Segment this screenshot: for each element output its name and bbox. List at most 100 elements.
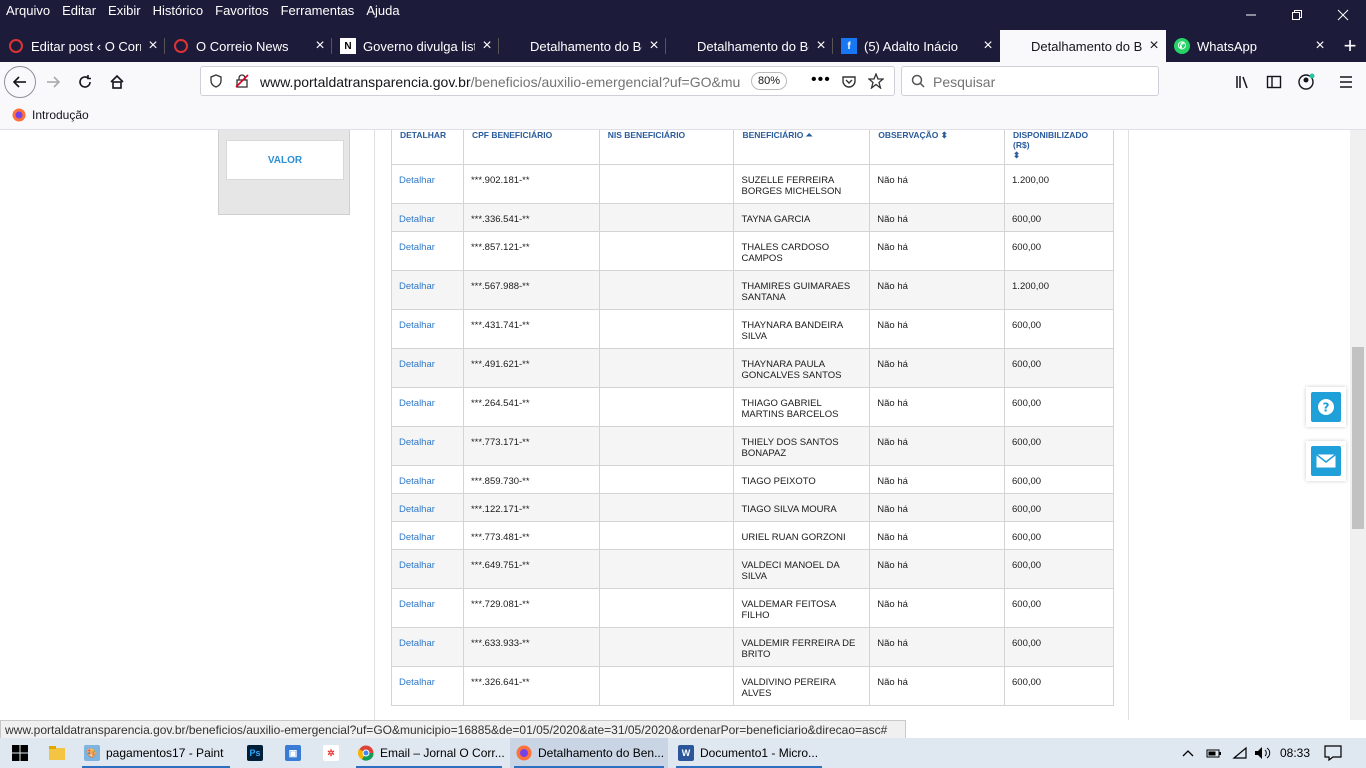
menu-ajuda[interactable]: Ajuda [366, 3, 399, 18]
clock[interactable]: 08:33 [1280, 738, 1310, 768]
nis-cell [598, 202, 735, 232]
tab-close-icon[interactable]: × [1308, 37, 1332, 55]
wifi-icon[interactable] [1232, 738, 1248, 768]
account-button[interactable] [1290, 66, 1322, 98]
tab-detalhamento-active[interactable]: Detalhamento do Be × [1000, 30, 1166, 62]
restore-button[interactable] [1274, 0, 1320, 30]
menu-arquivo[interactable]: Arquivo [6, 3, 50, 18]
close-window-button[interactable] [1320, 0, 1366, 30]
taskbar-paint[interactable]: 🎨 pagamentos17 - Paint [78, 738, 234, 768]
beneficiario-cell: THAYNARA PAULA GONCALVES SANTOS [733, 347, 871, 388]
menu-ferramentas[interactable]: Ferramentas [281, 3, 355, 18]
tab-close-icon[interactable]: × [809, 37, 833, 55]
tab-whatsapp[interactable]: ✆ WhatsApp × [1166, 30, 1332, 62]
detalhar-link[interactable]: Detalhar [391, 548, 464, 589]
taskbar-email[interactable]: Email – Jornal O Corr... [352, 738, 506, 768]
tab-close-icon[interactable]: × [1142, 37, 1166, 55]
tab-detalhamento-1[interactable]: Detalhamento do Be × [499, 30, 666, 62]
valor-cell: 600,00 [1004, 548, 1114, 589]
shield-icon[interactable] [209, 74, 223, 88]
tab-close-icon[interactable]: × [642, 37, 666, 55]
tab-close-icon[interactable]: × [141, 37, 165, 55]
detalhar-link[interactable]: Detalhar [391, 626, 464, 667]
header-beneficiario[interactable]: BENEFICIÁRIO ⏶ [733, 130, 871, 165]
header-cpf: CPF BENEFICIÁRIO [462, 130, 600, 165]
back-button[interactable] [4, 66, 36, 98]
pocket-icon[interactable] [841, 74, 857, 90]
taskbar-word[interactable]: W Documento1 - Micro... [672, 738, 826, 768]
page-content: VALOR DETALHAR CPF BENEFICIÁRIO NIS BENE… [0, 130, 1350, 720]
start-button[interactable] [0, 738, 40, 768]
header-disponibilizado[interactable]: DISPONIBILIZADO (R$) ⬍ [1004, 130, 1114, 165]
detalhar-link[interactable]: Detalhar [391, 269, 464, 310]
page-scrollbar[interactable] [1350, 130, 1366, 720]
tab-close-icon[interactable]: × [976, 37, 1000, 55]
valor-filter-button[interactable]: VALOR [226, 140, 344, 180]
bookmark-introducao[interactable]: Introdução [12, 108, 89, 122]
page-actions-icon[interactable]: ••• [811, 71, 831, 89]
detalhar-link[interactable]: Detalhar [391, 492, 464, 522]
detalhar-link[interactable]: Detalhar [391, 230, 464, 271]
star-icon[interactable] [868, 73, 884, 89]
detalhar-link[interactable]: Detalhar [391, 308, 464, 349]
taskbar-pinwheel[interactable]: ✲ [314, 738, 348, 768]
table-row: Detalhar ***.264.541-** THIAGO GABRIEL MAR… [391, 386, 1114, 427]
scrollbar-thumb[interactable] [1352, 347, 1364, 529]
tab-editar-post[interactable]: Editar post ‹ O Corre × [0, 30, 165, 62]
url-bar[interactable]: www.portaldatransparencia.gov.br/benefic… [200, 66, 895, 96]
library-button[interactable] [1226, 66, 1258, 98]
tab-close-icon[interactable]: × [475, 37, 499, 55]
detalhar-link[interactable]: Detalhar [391, 202, 464, 232]
notifications-icon[interactable] [1324, 738, 1342, 768]
battery-icon[interactable] [1206, 738, 1222, 768]
reload-button[interactable] [69, 66, 101, 98]
file-explorer-button[interactable] [40, 738, 74, 768]
tray-chevron-icon[interactable] [1182, 738, 1194, 768]
menu-favoritos[interactable]: Favoritos [215, 3, 268, 18]
beneficiario-cell: TIAGO SILVA MOURA [733, 492, 871, 522]
home-button[interactable] [101, 66, 133, 98]
detalhar-link[interactable]: Detalhar [391, 347, 464, 388]
search-bar[interactable]: Pesquisar [901, 66, 1159, 96]
taskbar-gallery[interactable]: ▣ [276, 738, 310, 768]
table-row: Detalhar ***.326.641-** VALDIVINO PEREIRA … [391, 665, 1114, 706]
detalhar-link[interactable]: Detalhar [391, 587, 464, 628]
sort-icon[interactable]: ⬍ [1013, 150, 1020, 160]
observacao-cell: Não há [869, 425, 1006, 466]
insecure-lock-icon[interactable] [235, 74, 249, 88]
beneficiario-cell: THAMIRES GUIMARAES SANTANA [733, 269, 871, 310]
tab-detalhamento-2[interactable]: Detalhamento do Be × [666, 30, 833, 62]
nis-cell [598, 230, 735, 271]
header-observacao[interactable]: OBSERVAÇÃO ⬍ [869, 130, 1006, 165]
beneficiario-cell: THALES CARDOSO CAMPOS [733, 230, 871, 271]
detalhar-link[interactable]: Detalhar [391, 520, 464, 550]
forward-button[interactable] [37, 66, 69, 98]
help-button[interactable]: ? [1306, 387, 1346, 427]
nis-cell [598, 665, 735, 706]
detalhar-link[interactable]: Detalhar [391, 163, 464, 204]
menu-historico[interactable]: Histórico [153, 3, 204, 18]
tab-governo-divulga[interactable]: N Governo divulga list × [332, 30, 499, 62]
contact-button[interactable] [1306, 441, 1346, 481]
tab-facebook[interactable]: f (5) Adalto Inácio × [833, 30, 1000, 62]
taskbar-photoshop[interactable]: Ps [238, 738, 272, 768]
volume-icon[interactable] [1254, 738, 1272, 768]
menu-exibir[interactable]: Exibir [108, 3, 141, 18]
folder-icon [49, 746, 65, 760]
tab-o-correio-news[interactable]: O Correio News × [165, 30, 332, 62]
nis-cell [598, 587, 735, 628]
menu-editar[interactable]: Editar [62, 3, 96, 18]
sidebar-button[interactable] [1258, 66, 1290, 98]
cpf-cell: ***.326.641-** [462, 665, 600, 706]
detalhar-link[interactable]: Detalhar [391, 425, 464, 466]
minimize-button[interactable] [1228, 0, 1274, 30]
zoom-level-badge[interactable]: 80% [751, 72, 788, 90]
menu-button[interactable] [1330, 66, 1362, 98]
taskbar-firefox[interactable]: Detalhamento do Ben... [510, 738, 668, 768]
detalhar-link[interactable]: Detalhar [391, 665, 464, 706]
detalhar-link[interactable]: Detalhar [391, 464, 464, 494]
tab-close-icon[interactable]: × [308, 37, 332, 55]
detalhar-link[interactable]: Detalhar [391, 386, 464, 427]
new-tab-button[interactable]: + [1334, 30, 1366, 62]
question-icon: ? [1311, 392, 1341, 422]
